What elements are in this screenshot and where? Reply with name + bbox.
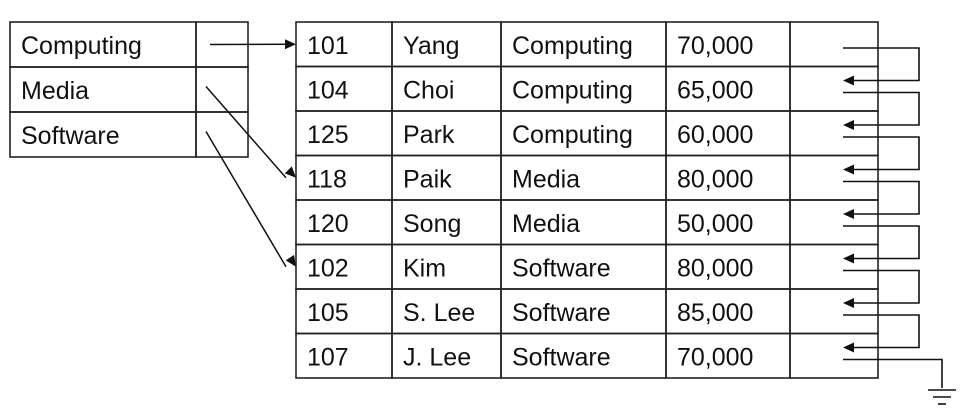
- index-pointer-cell: [195, 111, 249, 158]
- index-key-label: Media: [21, 77, 89, 105]
- index-key-label: Computing: [21, 32, 142, 60]
- record-department: Computing: [512, 121, 633, 149]
- index-pointer-arrows: [205, 39, 296, 268]
- next-pointer-arrow-head: [843, 342, 854, 353]
- next-pointer-arrow-head: [843, 164, 854, 175]
- record-department: Computing: [512, 77, 633, 105]
- record-pointer-cell: [789, 288, 879, 335]
- next-pointer-arrow-head: [843, 253, 854, 264]
- record-name: Song: [403, 210, 461, 238]
- record-salary: 80,000: [677, 255, 753, 283]
- record-name: Choi: [403, 77, 454, 105]
- record-pointer-cell: [789, 332, 879, 379]
- next-pointer-link: [843, 180, 920, 215]
- record-name: Paik: [403, 166, 452, 194]
- record-name: Park: [403, 121, 455, 149]
- index-arrow-head: [284, 166, 296, 178]
- next-pointer-link: [843, 136, 920, 171]
- null-pointer-line: [843, 358, 943, 388]
- record-name: Yang: [403, 32, 460, 60]
- index-arrow-head: [284, 39, 296, 50]
- record-pointer-cell: [789, 21, 879, 68]
- record-id: 102: [307, 255, 349, 283]
- record-id: 118: [307, 166, 347, 194]
- next-pointer-link: [843, 269, 920, 304]
- record-name: Kim: [403, 255, 446, 283]
- record-pointer-cell: [789, 243, 879, 290]
- record-department: Software: [512, 299, 611, 327]
- next-pointer-link: [843, 91, 920, 126]
- record-name: S. Lee: [403, 299, 475, 327]
- record-department: Computing: [512, 32, 633, 60]
- index-arrow: [205, 131, 287, 268]
- next-pointer-link: [843, 225, 920, 260]
- record-id: 120: [307, 210, 349, 238]
- record-salary: 50,000: [677, 210, 753, 238]
- record-name: J. Lee: [403, 344, 471, 372]
- record-id: 101: [307, 32, 349, 60]
- record-id: 107: [307, 344, 349, 372]
- record-id: 104: [307, 77, 349, 105]
- index-key-label: Software: [21, 122, 120, 150]
- index-table: Computing Media Software: [9, 21, 249, 158]
- next-pointer-arrow-head: [843, 120, 854, 130]
- record-salary: 65,000: [677, 77, 753, 105]
- null-pointer-ground-icon: [843, 358, 956, 405]
- record-id: 105: [307, 299, 349, 327]
- record-pointer-cell: [789, 199, 879, 246]
- next-pointer-arrow-head: [843, 75, 854, 86]
- record-pointer-cell: [789, 154, 879, 201]
- index-arrow-head: [285, 254, 296, 267]
- next-pointer-link: [843, 47, 920, 82]
- record-salary: 60,000: [677, 121, 753, 149]
- record-pointer-cell: [789, 110, 879, 157]
- next-pointer-link: [843, 314, 920, 349]
- index-diagram: Computing Media Software 101 Yang Computing 7…: [9, 21, 956, 405]
- record-salary: 70,000: [677, 344, 753, 372]
- record-salary: 85,000: [677, 299, 753, 327]
- record-department: Software: [512, 255, 611, 283]
- record-salary: 80,000: [677, 166, 753, 194]
- record-id: 125: [307, 121, 349, 149]
- record-department: Media: [512, 166, 580, 194]
- record-department: Media: [512, 210, 580, 238]
- record-salary: 70,000: [677, 32, 753, 60]
- index-arrow: [205, 86, 287, 179]
- next-pointer-arrow-head: [843, 209, 854, 219]
- record-department: Software: [512, 344, 611, 372]
- record-table: 101 Yang Computing 70,000 104 Choi Computing 65…: [295, 21, 879, 379]
- record-pointer-cell: [789, 65, 879, 112]
- next-pointer-arrow-head: [843, 298, 854, 308]
